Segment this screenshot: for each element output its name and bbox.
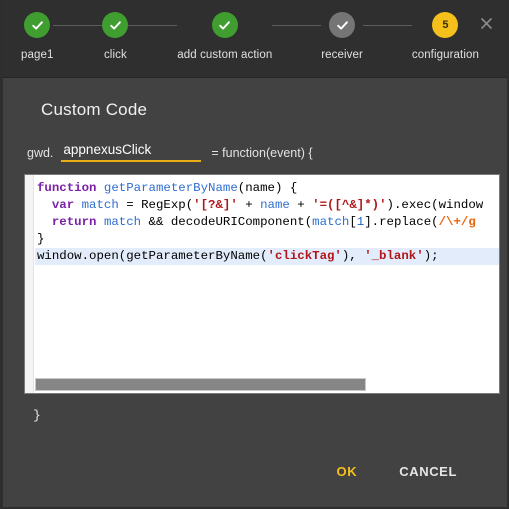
step-connector [53, 25, 103, 26]
stepper-header: page1 click add custom action receiver 5 conf… [3, 0, 507, 78]
code-token: 'clickTag' [267, 249, 342, 263]
check-icon [211, 12, 238, 38]
code-token: ).exec(window [386, 198, 484, 212]
step-label: configuration [411, 49, 479, 61]
check-icon [329, 12, 356, 38]
step-connector [128, 25, 178, 26]
check-icon [24, 12, 51, 38]
code-token: (name) { [237, 181, 298, 195]
code-token: ].replace( [364, 215, 439, 229]
editor-gutter [25, 175, 34, 393]
code-editor[interactable]: function getParameterByName(name) { var … [24, 174, 500, 394]
dialog-body: Custom Code gwd. = function(event) { fun… [3, 78, 507, 423]
check-icon [102, 12, 129, 38]
code-token: [ [349, 215, 357, 229]
step-add-custom-action[interactable]: add custom action [177, 12, 272, 61]
gwd-namespace-label: gwd. [27, 146, 54, 160]
dialog-footer: OK CANCEL [3, 458, 507, 485]
function-name-input[interactable] [61, 142, 202, 162]
code-token: name [260, 198, 290, 212]
step-connector [272, 25, 322, 26]
code-token: /\+/g [438, 215, 476, 229]
step-page1[interactable]: page1 [21, 12, 53, 61]
cancel-button[interactable]: CANCEL [389, 458, 467, 485]
custom-code-dialog: page1 click add custom action receiver 5 conf… [0, 0, 509, 509]
step-label: page1 [21, 49, 54, 61]
stepper: page1 click add custom action receiver 5 conf… [3, 12, 507, 61]
code-token: match [81, 198, 119, 212]
code-line: function getParameterByName(name) { [35, 180, 499, 197]
code-line: return match && decodeURIComponent(match… [35, 214, 499, 231]
code-token: var [51, 198, 82, 212]
code-token: function [37, 181, 104, 195]
horizontal-scrollbar-thumb[interactable] [35, 378, 366, 391]
code-text-area[interactable]: function getParameterByName(name) { var … [35, 180, 499, 377]
code-token: = RegExp( [118, 198, 194, 212]
horizontal-scrollbar-track[interactable] [35, 377, 498, 392]
code-token: } [37, 232, 45, 246]
step-label: click [103, 49, 127, 61]
closing-brace-label: } [33, 408, 41, 423]
code-token: && decodeURIComponent( [141, 215, 313, 229]
code-token: match [103, 215, 142, 229]
code-token: match [312, 215, 350, 229]
step-label: add custom action [177, 49, 273, 61]
code-token: '_blank' [364, 249, 424, 263]
code-token: '[?&]' [193, 198, 238, 212]
code-token: + [289, 198, 313, 212]
page-title: Custom Code [41, 100, 148, 119]
code-line: } [35, 231, 499, 248]
step-number-badge: 5 [432, 12, 459, 38]
code-line: var match = RegExp('[?&]' + name + '=([^… [35, 197, 499, 214]
code-token: getParameterByName [103, 181, 238, 195]
code-token: window.open(getParameterByName( [37, 249, 268, 263]
function-signature-row: gwd. = function(event) { [19, 120, 491, 162]
code-line-active: window.open(getParameterByName('clickTag… [35, 248, 499, 265]
code-token: '=([^&]*)' [312, 198, 387, 212]
ok-button[interactable]: OK [327, 458, 368, 485]
code-token: + [237, 198, 261, 212]
code-token: ); [423, 249, 439, 263]
step-configuration[interactable]: 5 configuration [412, 12, 479, 61]
step-receiver[interactable]: receiver [321, 12, 363, 61]
step-number-label: 5 [442, 18, 449, 31]
step-label: receiver [321, 49, 363, 61]
step-connector [362, 25, 412, 26]
code-token: ), [341, 249, 365, 263]
step-click[interactable]: click [102, 12, 129, 61]
code-token: return [51, 215, 104, 229]
function-signature-suffix: = function(event) { [211, 146, 313, 160]
